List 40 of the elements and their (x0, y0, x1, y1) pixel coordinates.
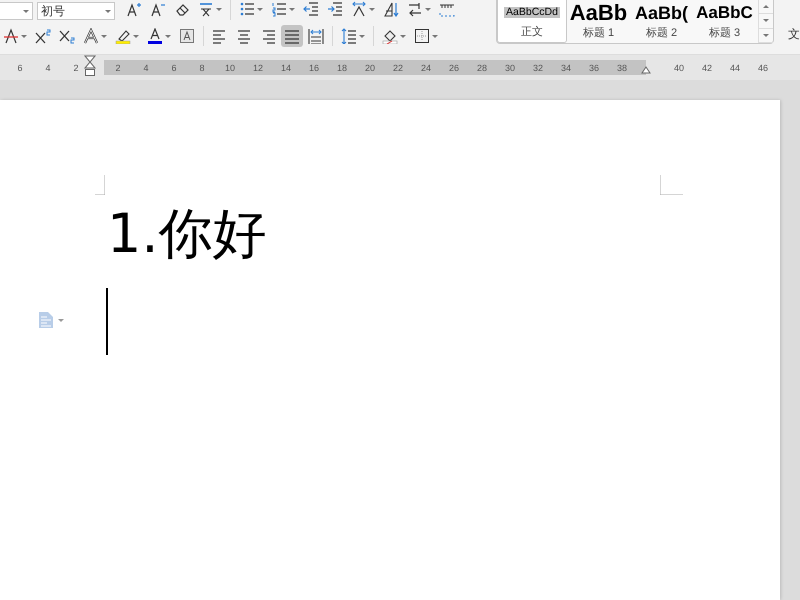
justify-button[interactable] (281, 25, 303, 47)
highlighter-icon (115, 28, 131, 44)
character-border-icon (179, 28, 195, 44)
margin-corner-icon (660, 175, 683, 195)
strikethrough-icon (3, 28, 19, 44)
justify-icon (284, 28, 300, 44)
indent-icon (327, 1, 343, 17)
style-item[interactable]: AaBb 标题 1 (567, 0, 630, 43)
font-color-icon (147, 28, 163, 44)
align-center-icon (236, 28, 252, 44)
align-left-icon (212, 28, 228, 44)
shrink-font-icon (150, 1, 166, 17)
toolbar-label: 文 (788, 26, 800, 43)
margin-corner-icon (95, 175, 105, 195)
heading-text: 1.你好 (107, 204, 267, 264)
line-spacing-icon (341, 28, 357, 44)
font-name-field[interactable] (0, 2, 33, 20)
style-item[interactable]: AaBbCcDd 正文 (497, 0, 567, 43)
shading-icon (382, 28, 398, 44)
font-size-field[interactable]: 初号 (37, 2, 115, 20)
superscript-icon (35, 28, 51, 44)
bullet-list-icon (239, 1, 255, 17)
text-direction-icon (351, 1, 367, 17)
sort-icon (383, 1, 399, 17)
paragraph-mark-icon (407, 1, 423, 17)
style-item[interactable]: AaBbC 标题 3 (693, 0, 756, 43)
outdent-icon (303, 1, 319, 17)
right-indent-marker-icon[interactable] (641, 66, 651, 74)
align-right-icon (260, 28, 276, 44)
indent-marker-icon[interactable] (84, 55, 96, 77)
ruler: 6 4 2 2 4 6 8 10 12 14 16 18 20 22 24 26 28 30 32 34 36 38 40 42 44 46 (0, 55, 800, 80)
distributed-align-icon (308, 28, 324, 44)
text-effect-icon (83, 28, 99, 44)
numbered-list-icon (271, 1, 287, 17)
gallery-scroll[interactable] (758, 0, 773, 43)
grow-font-icon (126, 1, 142, 17)
subscript-icon (59, 28, 75, 44)
text-cursor (106, 288, 108, 355)
border-icon (414, 28, 430, 44)
style-item[interactable]: AaBb( 标题 2 (630, 0, 693, 43)
